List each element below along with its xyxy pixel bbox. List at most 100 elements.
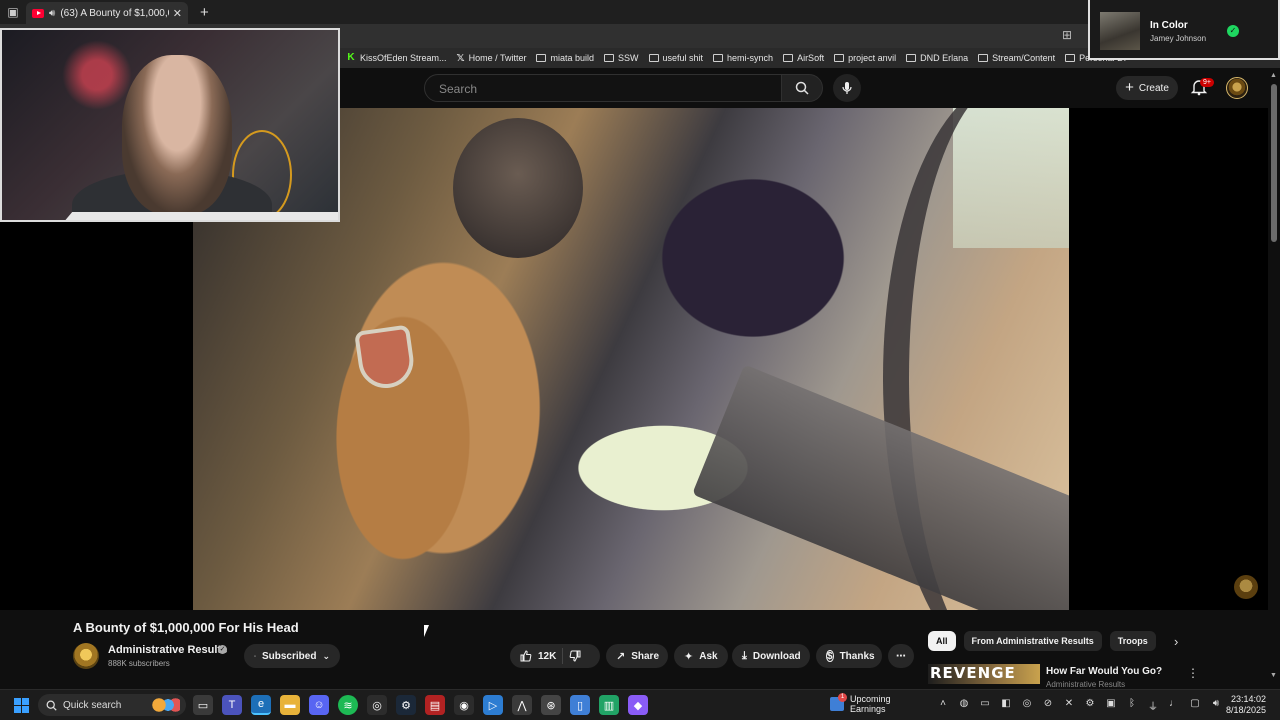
microphone-icon[interactable]: ♩	[1167, 698, 1181, 713]
ask-button[interactable]: ✦ Ask	[674, 644, 728, 668]
bookmark-airsoft[interactable]: AirSoft	[783, 53, 824, 63]
notepad-icon[interactable]: ▯	[570, 695, 590, 715]
like-button[interactable]: 12K	[520, 650, 556, 662]
search-highlight-icon	[150, 698, 180, 712]
usb-icon[interactable]: ⏚	[1146, 698, 1160, 713]
webcam-streamer-face	[122, 55, 232, 215]
chart-app-icon[interactable]: ▥	[599, 695, 619, 715]
chip-all[interactable]: All	[928, 631, 956, 651]
scrollbar-thumb[interactable]	[1271, 84, 1277, 242]
channel-avatar[interactable]	[73, 643, 99, 669]
taskbar-clock[interactable]: 23:14:02 8/18/2025	[1226, 694, 1266, 716]
more-vertical-icon[interactable]: ⋮	[1187, 666, 1199, 680]
webcam-overlay	[0, 28, 340, 222]
scroll-up-arrow-icon[interactable]: ▲	[1270, 72, 1277, 79]
notifications-badge: 9+	[1200, 78, 1214, 87]
bookmark-useful[interactable]: useful shit	[648, 53, 703, 63]
channel-watermark[interactable]	[1234, 575, 1258, 599]
display-icon[interactable]: ▢	[1188, 698, 1202, 713]
spotify-icon[interactable]: ≋	[338, 695, 358, 715]
bookmark-twitter[interactable]: 𝕏 Home / Twitter	[457, 53, 527, 64]
account-avatar[interactable]	[1226, 77, 1248, 99]
search-icon	[46, 700, 57, 711]
chip-from-channel[interactable]: From Administrative Results	[963, 631, 1102, 651]
tray-app-icon[interactable]: ▣	[1104, 698, 1118, 713]
new-tab-button[interactable]: +	[200, 4, 209, 21]
recommended-video-title[interactable]: How Far Would You Go?	[1046, 666, 1162, 677]
tray-app-icon[interactable]: ◧	[999, 698, 1013, 713]
search-button[interactable]	[781, 74, 823, 102]
pinned-apps: ▭ T e ▬ ☺ ≋ ◎ ⚙ ▤ ◉ ▷ ⋀ ⊛ ▯ ▥ ◆	[193, 695, 648, 715]
more-actions-button[interactable]: ⋯	[888, 644, 914, 668]
channel-name[interactable]: Administrative Results	[108, 644, 227, 656]
split-screen-icon[interactable]: ⊞	[1062, 28, 1072, 42]
plus-icon: +	[1125, 79, 1134, 96]
steam-icon[interactable]: ⚙	[396, 695, 416, 715]
webcam-background-light	[62, 40, 132, 110]
recommended-video-thumbnail[interactable]: REVENGE	[928, 664, 1040, 684]
app-emblem-icon[interactable]: ⊛	[541, 695, 561, 715]
earnings-widget[interactable]: 1 Upcoming Earnings	[830, 693, 891, 714]
edge-icon[interactable]: e	[251, 695, 271, 715]
tab-youtube-video[interactable]: 🔊︎ (63) A Bounty of $1,000,000 ✕	[26, 2, 188, 24]
tray-app-icon[interactable]: ◎	[1020, 698, 1034, 713]
tray-app-icon[interactable]: ✕	[1062, 698, 1076, 713]
clock-date: 8/18/2025	[1226, 705, 1267, 715]
tray-overflow-icon[interactable]: ˄	[936, 698, 950, 713]
tray-steam-icon[interactable]: ⚙	[1083, 698, 1097, 713]
tab-close-icon[interactable]: ✕	[173, 7, 182, 20]
volume-icon[interactable]: 🔊︎	[1209, 698, 1223, 713]
kick-icon: K	[346, 52, 356, 63]
bookmark-miata-build[interactable]: miata build	[536, 53, 594, 63]
tab-title: (63) A Bounty of $1,000,000	[60, 7, 168, 19]
task-view-icon[interactable]: ▭	[193, 695, 213, 715]
app-drop-icon[interactable]: ◆	[628, 695, 648, 715]
bookmark-stream-content[interactable]: Stream/Content	[978, 53, 1055, 63]
app-mountain-icon[interactable]: ⋀	[512, 695, 532, 715]
taskbar-search[interactable]: Quick search	[38, 694, 186, 716]
bluetooth-icon[interactable]: ᛒ	[1125, 698, 1139, 713]
search-icon	[795, 81, 809, 95]
discord-icon[interactable]: ☺	[309, 695, 329, 715]
tray-app-icon[interactable]: ⊘	[1041, 698, 1055, 713]
create-button[interactable]: + Create	[1116, 76, 1178, 100]
super-thanks-icon: $	[826, 650, 834, 662]
calendar-icon: 1	[830, 693, 847, 711]
app-circle-icon[interactable]: ◉	[454, 695, 474, 715]
now-playing-title: In Color	[1150, 20, 1188, 31]
share-button[interactable]: ↗ Share	[606, 644, 668, 668]
obs-icon[interactable]: ◎	[367, 695, 387, 715]
speaker-icon[interactable]: 🔊︎	[49, 8, 55, 19]
subscribed-button[interactable]: Subscribed ⌄	[244, 644, 340, 668]
tab-actions-icon[interactable]: ▣	[0, 0, 26, 24]
now-playing-widget: In Color Jamey Johnson ✓	[1088, 0, 1280, 60]
voice-search-button[interactable]	[833, 74, 861, 102]
thanks-label: Thanks	[839, 650, 875, 662]
streamlabs-icon[interactable]: ▷	[483, 695, 503, 715]
scroll-down-arrow-icon[interactable]: ▼	[1270, 672, 1277, 679]
bookmark-kissofeden[interactable]: K KissOfEden Stream...	[346, 53, 447, 63]
tray-controller-icon[interactable]: ▭	[978, 698, 992, 713]
tray-app-icon[interactable]: ◍	[957, 698, 971, 713]
share-icon: ↗	[616, 650, 626, 663]
bookmark-hemi-synch[interactable]: hemi-synch	[713, 53, 773, 63]
download-button[interactable]: ⤓ Download	[732, 644, 810, 668]
chevron-right-icon[interactable]: ›	[1174, 634, 1178, 649]
bookmark-ssw[interactable]: SSW	[604, 53, 639, 63]
bookmark-project-anvil[interactable]: project anvil	[834, 53, 896, 63]
video-title: A Bounty of $1,000,000 For His Head	[73, 620, 299, 635]
thanks-button[interactable]: $ Thanks	[816, 644, 882, 668]
download-icon: ⤓	[742, 649, 747, 662]
now-playing-artist: Jamey Johnson	[1150, 34, 1207, 43]
folder-icon	[834, 54, 845, 62]
bookmark-dnd-erlana[interactable]: DND Erlana	[906, 53, 968, 63]
media-app-icon[interactable]: ▤	[425, 695, 445, 715]
thumbs-down-icon[interactable]	[569, 650, 581, 662]
file-explorer-icon[interactable]: ▬	[280, 695, 300, 715]
teams-icon[interactable]: T	[222, 695, 242, 715]
chip-troops[interactable]: Troops	[1109, 631, 1156, 651]
page-scrollbar[interactable]: ▲ ▼	[1268, 68, 1280, 684]
recommended-video-channel[interactable]: Administrative Results	[1046, 680, 1125, 689]
windows-start-icon[interactable]	[14, 698, 29, 713]
search-input[interactable]: Search	[424, 74, 782, 102]
